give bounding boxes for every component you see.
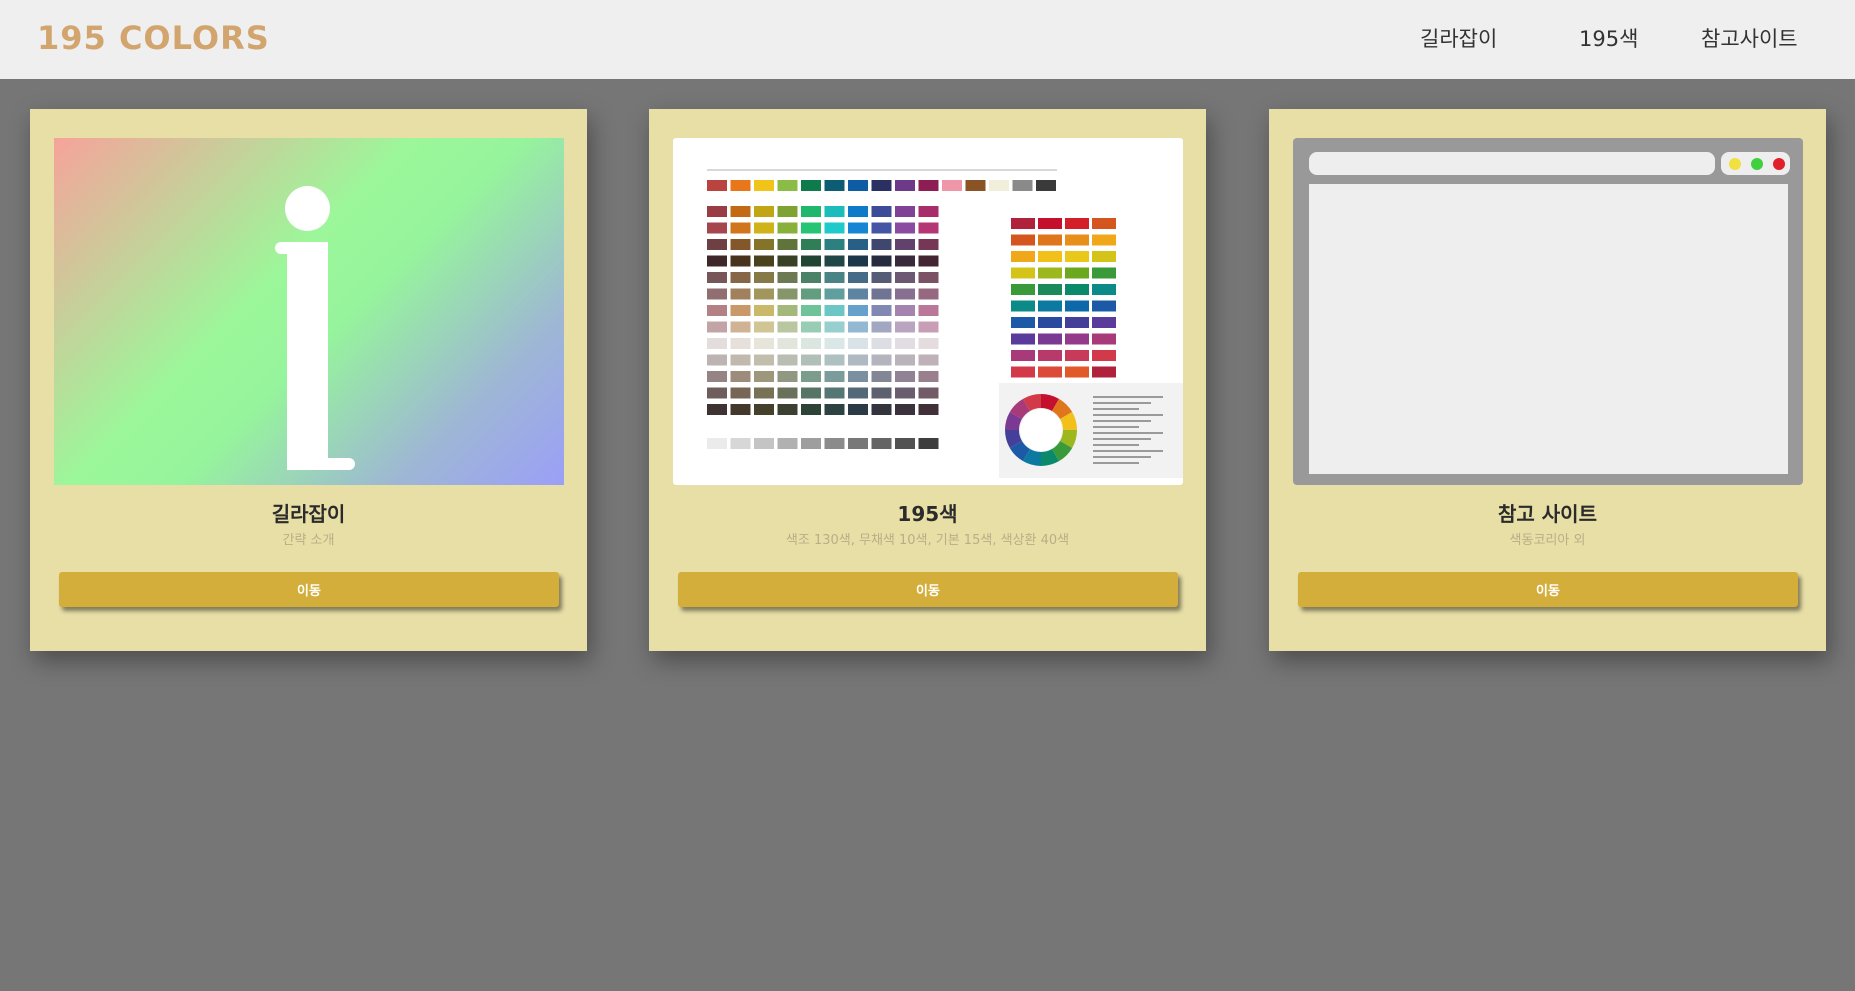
card-195-colors: 195색 색조 130색, 무채색 10색, 기본 15색, 색상환 40색 이…: [649, 109, 1206, 651]
browser-viewport: [1309, 184, 1788, 474]
go-button-195-colors[interactable]: 이동: [678, 572, 1178, 607]
maximize-dot: [1751, 158, 1763, 170]
color-chart-image: [673, 138, 1183, 485]
go-button-reference-sites[interactable]: 이동: [1298, 572, 1798, 607]
card-guide: 길라잡이 간략 소개 이동: [30, 109, 587, 651]
info-icon: [54, 138, 564, 485]
card-subtitle: 색동코리아 외: [1509, 533, 1586, 548]
minimize-dot: [1729, 158, 1741, 170]
address-bar: [1309, 152, 1715, 175]
card-reference-sites: 참고 사이트 색동코리아 외 이동: [1269, 109, 1826, 651]
window-controls: [1721, 152, 1790, 175]
card-title: 참고 사이트: [1498, 502, 1597, 526]
close-dot: [1773, 158, 1785, 170]
card-title: 195색: [897, 502, 958, 526]
top-navbar: 195 COLORS 길라잡이 195색 참고사이트: [0, 0, 1855, 79]
brand-logo[interactable]: 195 COLORS: [37, 19, 270, 57]
nav-link-reference-sites[interactable]: 참고사이트: [1701, 23, 1798, 53]
browser-window-icon: [1293, 138, 1803, 485]
nav-link-guide[interactable]: 길라잡이: [1420, 23, 1497, 53]
nav-link-195-colors[interactable]: 195색: [1579, 23, 1638, 53]
go-button-guide[interactable]: 이동: [59, 572, 559, 607]
card-subtitle: 색조 130색, 무채색 10색, 기본 15색, 색상환 40색: [785, 533, 1070, 548]
card-subtitle: 간략 소개: [282, 533, 335, 548]
card-title: 길라잡이: [271, 502, 346, 526]
